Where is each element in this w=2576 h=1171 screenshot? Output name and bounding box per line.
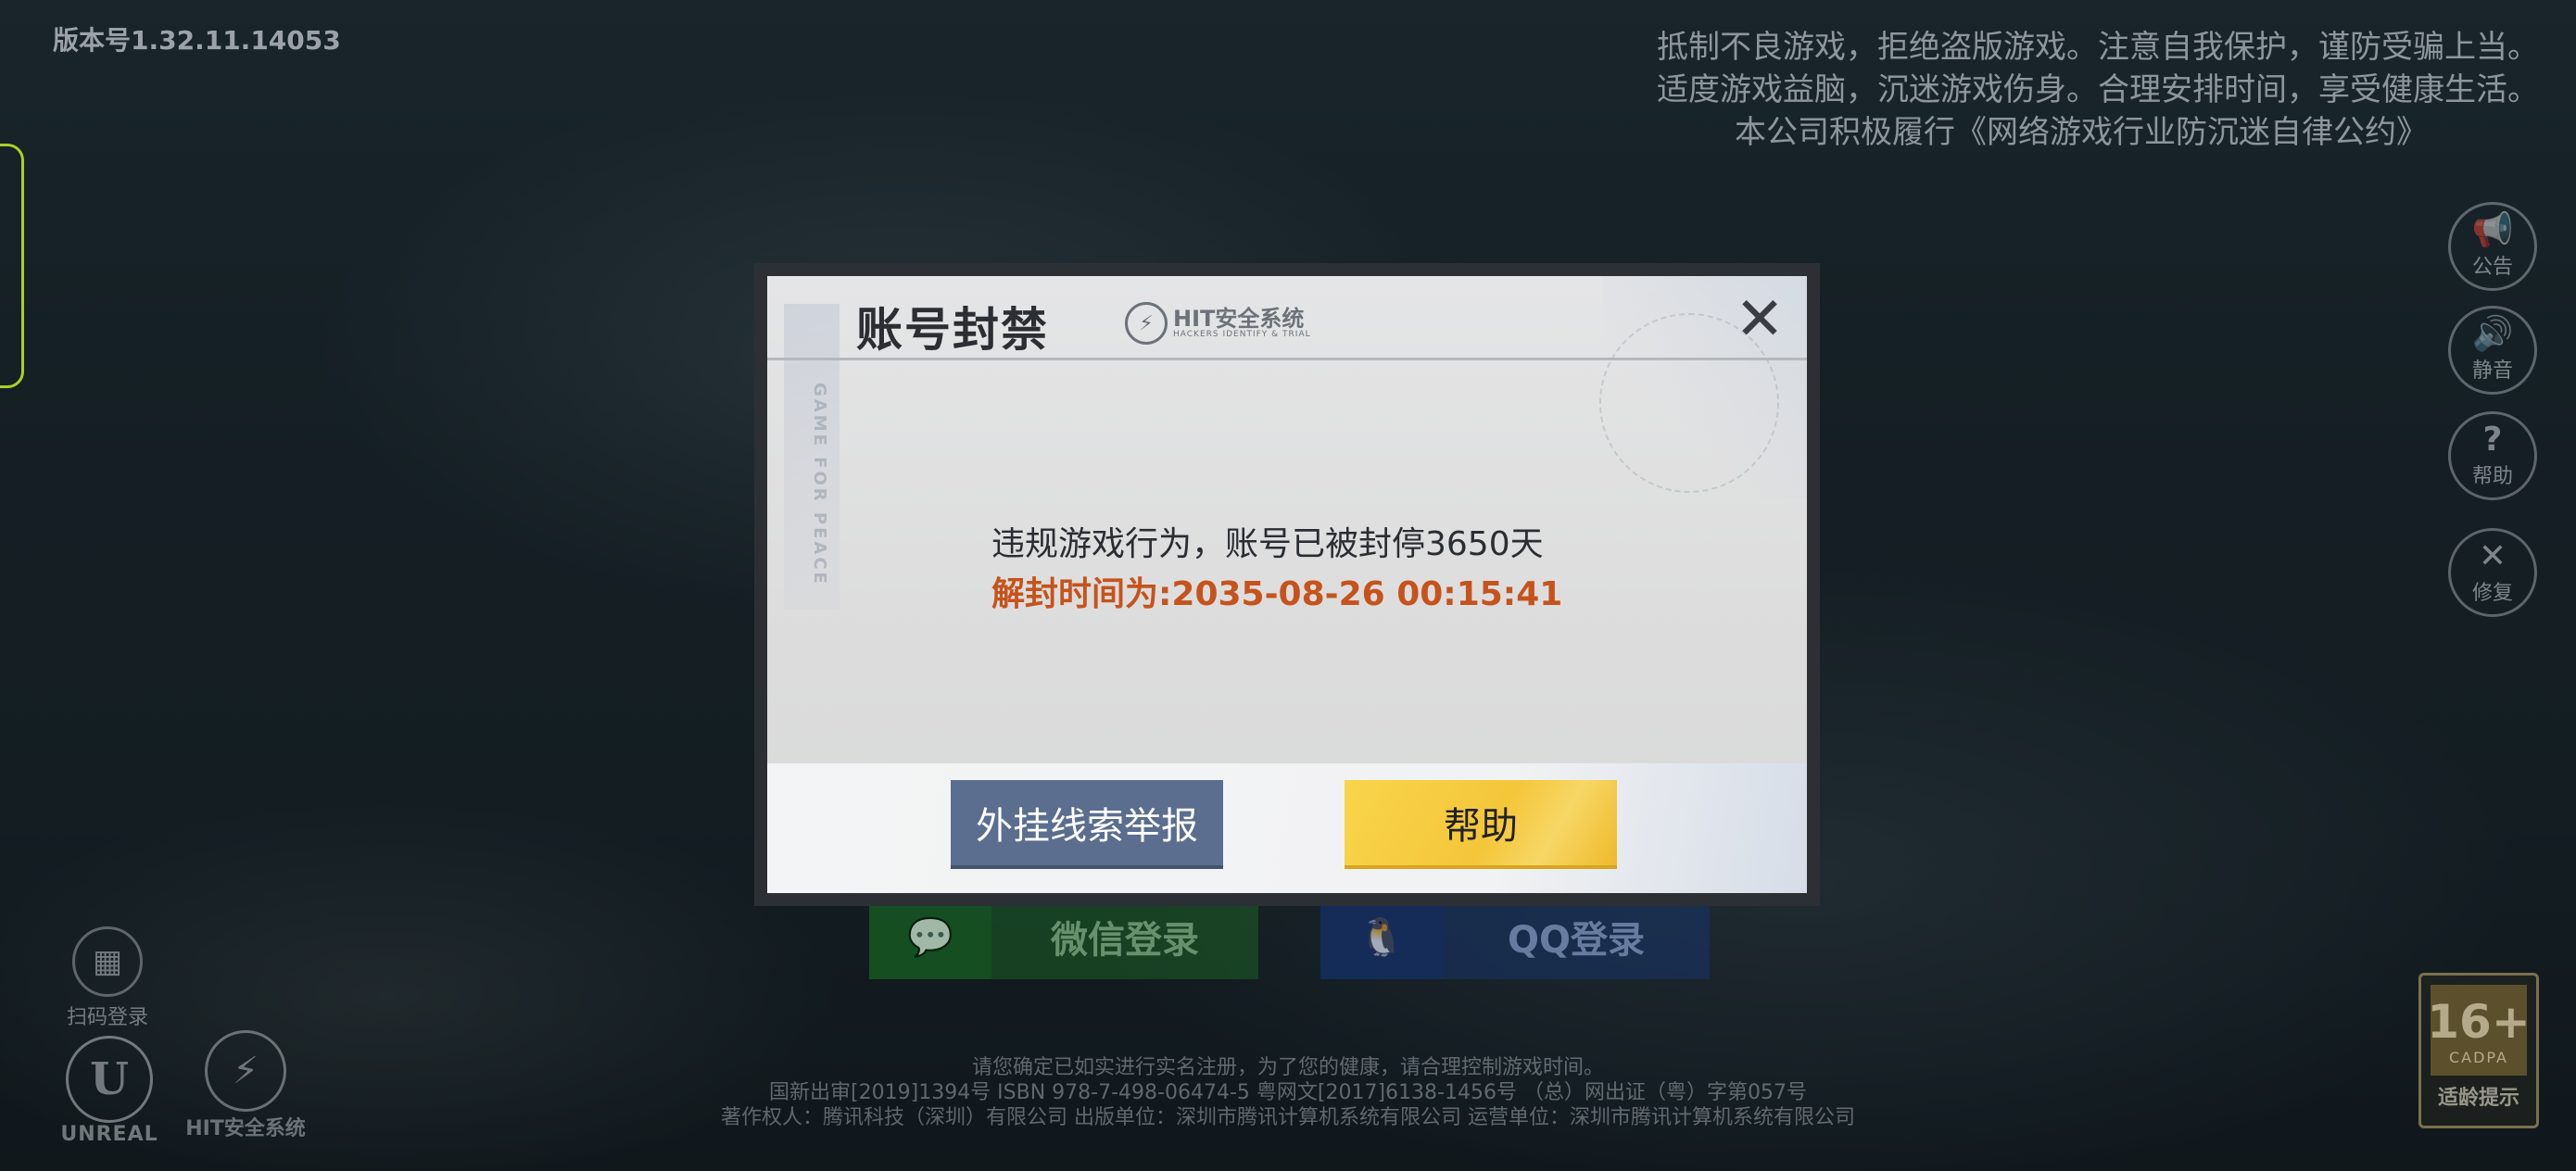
mute-button[interactable]: 🔊 静音 [2448, 306, 2537, 395]
help-side-label: 帮助 [2471, 465, 2513, 488]
wrench-icon: ✕ [2478, 537, 2507, 575]
hit-brand-logo: ⚡ HIT安全系统 HACKERS IDENTIFY & TRIAL [1125, 302, 1311, 345]
lightning-shield-icon: ⚡ [1125, 302, 1168, 345]
age-rating-label: 适龄提示 [2437, 1087, 2519, 1110]
wechat-login-button[interactable]: 💬 微信登录 [869, 894, 1258, 979]
notice-line: 本公司积极履行《网络游戏行业防沉迷自律公约》 [1735, 114, 2428, 151]
side-drawer-handle[interactable] [0, 144, 24, 388]
version-label: 版本号1.32.11.14053 [53, 25, 341, 56]
question-icon: ? [2482, 421, 2503, 459]
dialog-header: 账号封禁 ⚡ HIT安全系统 HACKERS IDENTIFY & TRIAL … [767, 276, 1807, 360]
wechat-icon: 💬 [869, 894, 991, 979]
notice-line: 抵制不良游戏，拒绝盗版游戏。注意自我保护，谨防受骗上当。 [1657, 29, 2539, 66]
dialog-corner-decoration [1805, 598, 1820, 623]
ban-reason-text: 违规游戏行为，账号已被封停3650天 [991, 525, 1544, 563]
report-cheat-button[interactable]: 外挂线索举报 [951, 780, 1223, 869]
repair-button[interactable]: ✕ 修复 [2448, 528, 2537, 617]
ban-message: 违规游戏行为，账号已被封停3650天 解封时间为:2035-08-26 00:1… [991, 517, 1562, 615]
repair-label: 修复 [2471, 582, 2513, 605]
wechat-login-label: 微信登录 [1051, 919, 1199, 962]
dialog-body: GAME FOR PEACE 账号封禁 ⚡ HIT安全系统 HACKERS ID… [767, 276, 1807, 893]
age-rating-badge[interactable]: 16+ CADPA 适龄提示 [2418, 973, 2539, 1128]
penguin-icon: 🐧 [1320, 894, 1443, 979]
dialog-footer: 外挂线索举报 帮助 [767, 763, 1807, 893]
ban-dialog: GAME FOR PEACE 账号封禁 ⚡ HIT安全系统 HACKERS ID… [754, 263, 1820, 906]
speaker-icon: 🔊 [2471, 315, 2514, 353]
megaphone-icon: 📢 [2471, 211, 2514, 249]
age-rating-org: CADPA [2448, 1048, 2508, 1066]
health-notice: 抵制不良游戏，拒绝盗版游戏。注意自我保护，谨防受骗上当。 适度游戏益脑，沉迷游戏… [1242, 26, 2539, 154]
help-side-button[interactable]: ? 帮助 [2448, 411, 2537, 500]
qr-code-icon: ▦ [72, 926, 143, 997]
dialog-title: 账号封禁 [856, 303, 1049, 357]
help-button[interactable]: 帮助 [1345, 780, 1617, 869]
footer-line: 著作权人：腾讯科技（深圳）有限公司 出版单位：深圳市腾讯计算机系统有限公司 运营… [721, 1106, 1855, 1129]
qq-login-label: QQ登录 [1507, 919, 1645, 962]
unban-time-text: 解封时间为:2035-08-26 00:15:41 [991, 575, 1563, 613]
announcement-button[interactable]: 📢 公告 [2448, 202, 2537, 291]
qr-login-label: 扫码登录 [66, 1006, 148, 1029]
hit-brand-name: HIT安全系统 [1173, 306, 1305, 332]
age-rating-value: 16+ [2427, 994, 2531, 1049]
qr-login-button[interactable]: ▦ 扫码登录 [61, 926, 154, 1030]
age-rating-icon: 16+ CADPA [2427, 985, 2531, 1076]
close-icon: ✕ [1735, 285, 1785, 354]
dialog-side-text: GAME FOR PEACE [810, 383, 829, 586]
announcement-label: 公告 [2471, 256, 2513, 279]
mute-label: 静音 [2471, 359, 2513, 383]
hit-brand-subtitle: HACKERS IDENTIFY & TRIAL [1173, 330, 1311, 339]
close-button[interactable]: ✕ [1729, 289, 1790, 350]
notice-line: 适度游戏益脑，沉迷游戏伤身。合理安排时间，享受健康生活。 [1657, 71, 2539, 108]
qq-login-button[interactable]: 🐧 QQ登录 [1320, 894, 1710, 979]
